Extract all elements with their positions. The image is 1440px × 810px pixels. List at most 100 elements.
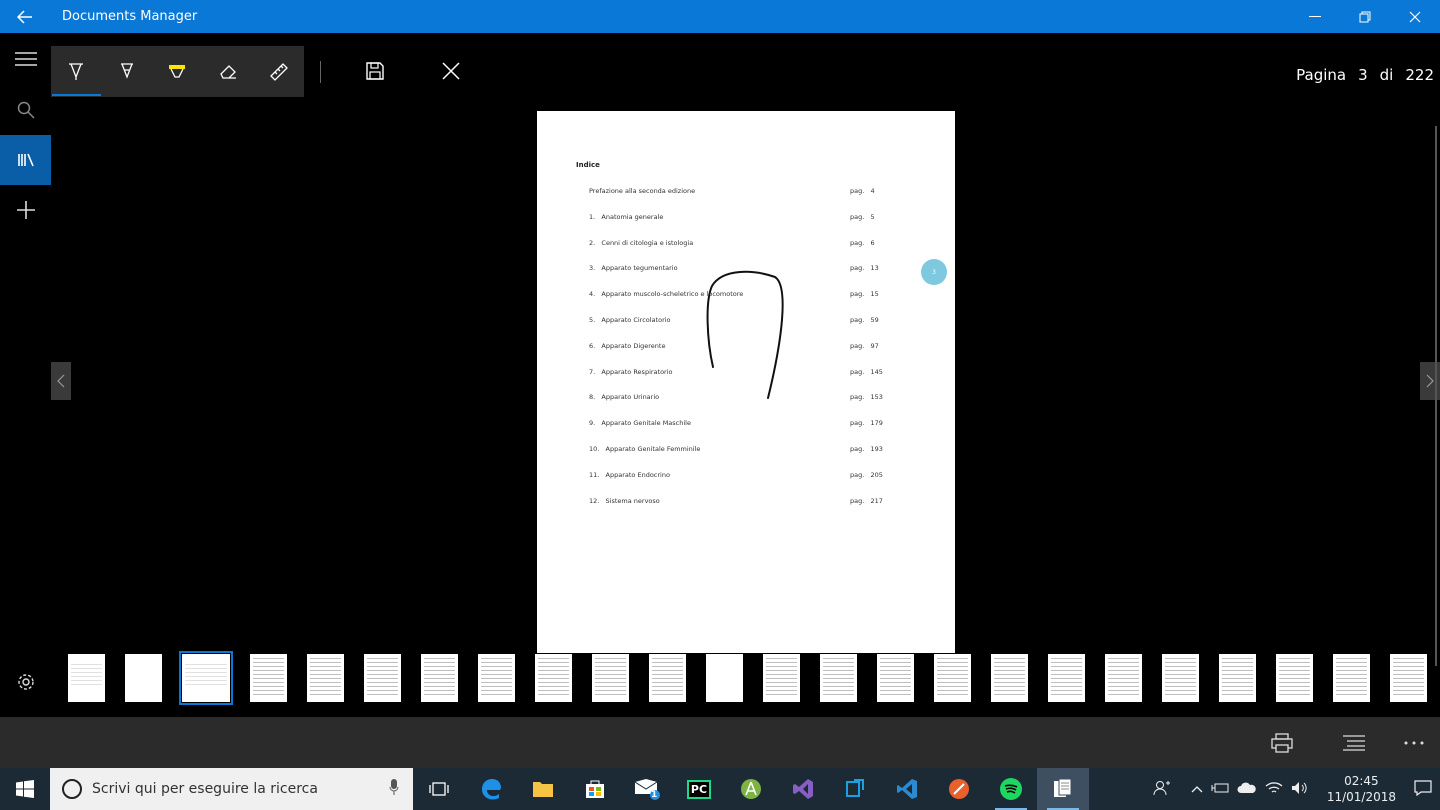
page-thumbnail[interactable] <box>125 654 162 702</box>
page-thumbnail[interactable] <box>934 654 971 702</box>
battery-icon[interactable] <box>1211 782 1229 797</box>
edge-icon <box>482 779 501 800</box>
fiddler-app[interactable] <box>933 768 985 810</box>
page-thumbnail[interactable] <box>1276 654 1313 702</box>
vertical-scrollbar[interactable] <box>1435 126 1437 666</box>
page-marker[interactable]: 3 <box>921 259 947 285</box>
close-ink-button[interactable] <box>436 56 466 86</box>
plus-icon <box>16 201 35 219</box>
window-title: Documents Manager <box>62 9 198 24</box>
print-button[interactable] <box>1267 729 1297 757</box>
previous-page-button[interactable] <box>51 362 71 400</box>
store-icon <box>586 780 604 798</box>
ruler-tool[interactable] <box>253 46 304 97</box>
search-button[interactable] <box>0 85 51 135</box>
mail-app[interactable]: 1 <box>621 768 673 810</box>
page-thumbnail[interactable] <box>535 654 572 702</box>
edge-app[interactable] <box>465 768 517 810</box>
taskbar-search[interactable]: Scrivi qui per eseguire la ricerca <box>50 768 413 810</box>
volume-icon[interactable] <box>1291 781 1309 798</box>
close-icon <box>1409 11 1421 22</box>
highlighter-tool[interactable] <box>152 46 203 97</box>
taskbar: Scrivi qui per eseguire la ricerca 1 PC <box>0 768 1440 810</box>
ballpoint-pen-tool[interactable] <box>51 46 102 97</box>
chevron-up-icon[interactable] <box>1191 782 1203 796</box>
visual-studio-app[interactable] <box>777 768 829 810</box>
page-thumbnail[interactable] <box>991 654 1028 702</box>
page-thumbnail[interactable] <box>592 654 629 702</box>
ruler-icon <box>269 62 288 81</box>
start-button[interactable] <box>0 768 50 810</box>
more-options-button[interactable] <box>1399 729 1429 757</box>
page-thumbnail[interactable] <box>1333 654 1370 702</box>
close-window-button[interactable] <box>1390 0 1440 33</box>
next-page-button[interactable] <box>1420 362 1440 400</box>
page-thumbnail[interactable] <box>649 654 686 702</box>
document-page[interactable]: Indice Prefazione alla seconda edizione p… <box>537 111 955 653</box>
title-bar: Documents Manager <box>0 0 1440 33</box>
mail-badge: 1 <box>651 790 658 800</box>
blend-app[interactable] <box>829 768 881 810</box>
task-view-button[interactable] <box>413 768 465 810</box>
android-studio-icon <box>741 779 761 799</box>
page-thumbnail[interactable] <box>763 654 800 702</box>
pencil-tool[interactable] <box>102 46 153 97</box>
onedrive-icon[interactable] <box>1237 782 1257 797</box>
page-thumbnail[interactable] <box>68 654 105 702</box>
restore-button[interactable] <box>1340 0 1390 33</box>
spotify-app[interactable] <box>985 768 1037 810</box>
minimize-icon <box>1309 15 1321 17</box>
clock[interactable]: 02:45 11/01/2018 <box>1317 773 1406 805</box>
close-icon <box>442 62 460 80</box>
vscode-app[interactable] <box>881 768 933 810</box>
spotify-icon <box>1000 778 1022 800</box>
page-thumbnail[interactable] <box>250 654 287 702</box>
save-button[interactable] <box>360 56 390 86</box>
gear-icon <box>17 674 34 690</box>
thumbnail-strip <box>68 651 1427 705</box>
back-button[interactable] <box>0 0 50 33</box>
hamburger-menu-button[interactable] <box>0 33 51 85</box>
page-thumbnail[interactable] <box>364 654 401 702</box>
android-studio-app[interactable] <box>725 768 777 810</box>
action-center-icon[interactable] <box>1414 779 1432 799</box>
settings-button[interactable] <box>0 657 51 707</box>
table-of-contents-button[interactable] <box>1339 729 1369 757</box>
page-thumbnail[interactable] <box>421 654 458 702</box>
save-icon <box>366 62 384 80</box>
library-icon <box>17 153 34 167</box>
page-thumbnail[interactable] <box>706 654 743 702</box>
minimize-button[interactable] <box>1290 0 1340 33</box>
library-button[interactable] <box>0 135 51 185</box>
wifi-icon[interactable] <box>1265 781 1283 798</box>
file-explorer-app[interactable] <box>517 768 569 810</box>
page-thumbnail[interactable] <box>179 651 233 705</box>
people-icon[interactable] <box>1153 780 1171 799</box>
fiddler-icon <box>949 779 969 799</box>
print-icon <box>1271 733 1293 753</box>
eraser-tool[interactable] <box>203 46 254 97</box>
page-thumbnail[interactable] <box>820 654 857 702</box>
page-thumbnail[interactable] <box>1162 654 1199 702</box>
page-indicator: Pagina 3 di 222 <box>1296 66 1434 84</box>
documents-manager-app[interactable] <box>1037 768 1089 810</box>
pycharm-app[interactable]: PC <box>673 768 725 810</box>
page-thumbnail[interactable] <box>1048 654 1085 702</box>
page-thumbnail[interactable] <box>478 654 515 702</box>
search-icon <box>17 101 35 119</box>
system-tray: 02:45 11/01/2018 <box>1153 768 1440 810</box>
page-thumbnail[interactable] <box>877 654 914 702</box>
vscode-icon <box>897 779 917 799</box>
back-arrow-icon <box>17 9 32 24</box>
documents-icon <box>1054 778 1072 797</box>
page-thumbnail[interactable] <box>307 654 344 702</box>
chevron-left-icon <box>57 374 65 388</box>
clock-time: 02:45 <box>1344 774 1379 788</box>
page-thumbnail[interactable] <box>1105 654 1142 702</box>
ink-stroke <box>706 270 784 399</box>
page-thumbnail[interactable] <box>1390 654 1427 702</box>
store-app[interactable] <box>569 768 621 810</box>
add-button[interactable] <box>0 185 51 235</box>
microphone-icon[interactable] <box>389 779 399 799</box>
page-thumbnail[interactable] <box>1219 654 1256 702</box>
